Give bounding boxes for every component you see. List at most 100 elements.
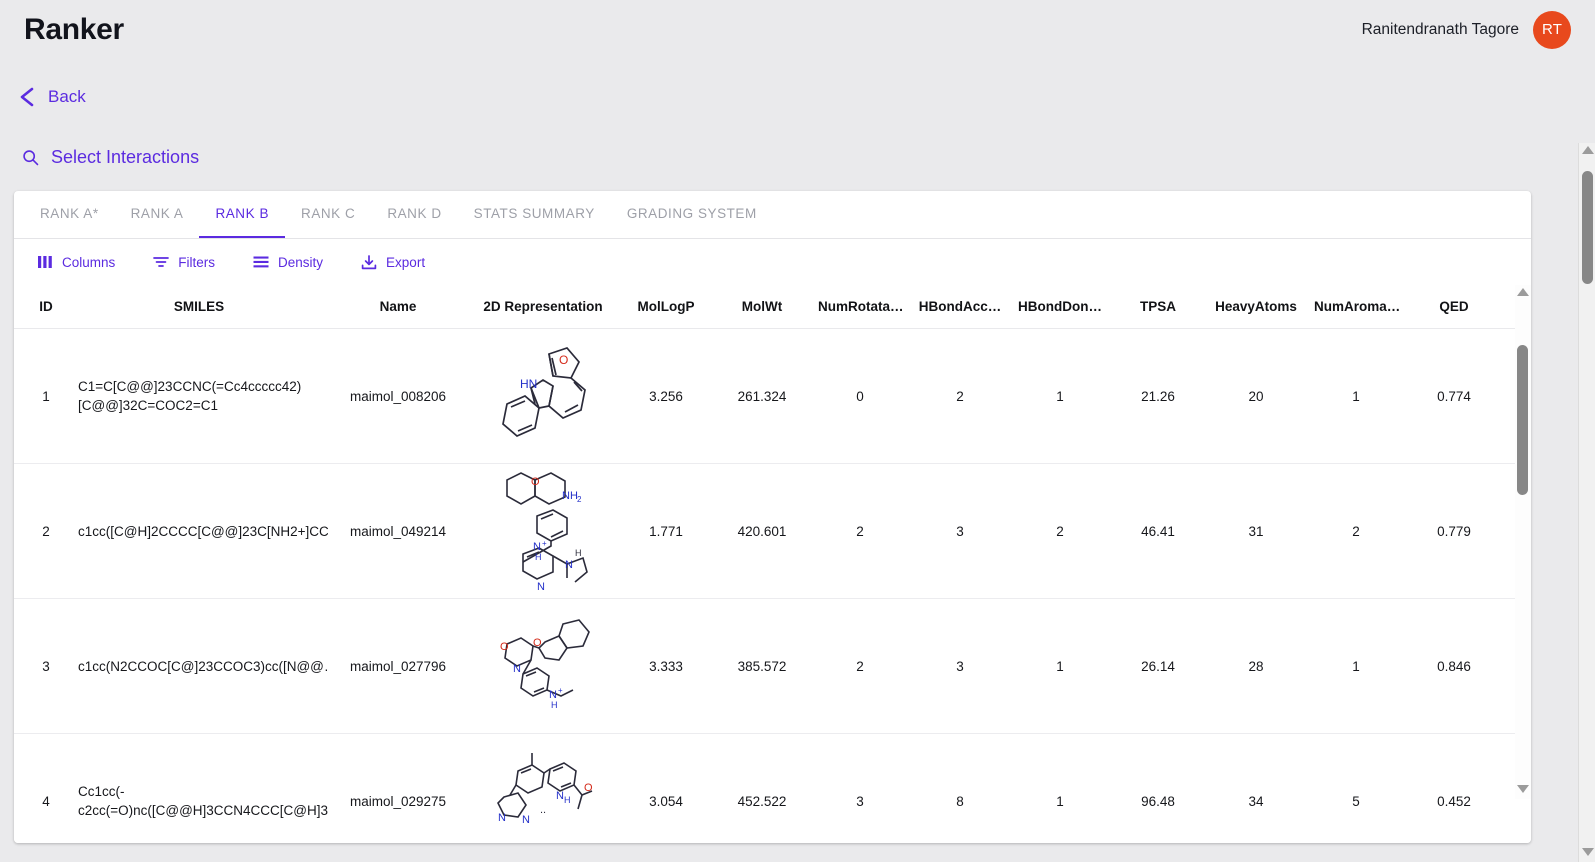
svg-text:..: .. xyxy=(540,804,546,816)
grid-toolbar: Columns Filters Density Export xyxy=(14,239,1531,285)
filters-button[interactable]: Filters xyxy=(151,251,217,274)
cell-name: maimol_027796 xyxy=(349,658,447,674)
svg-text:O: O xyxy=(584,782,593,794)
page-scrollbar-thumb[interactable] xyxy=(1582,171,1593,284)
cell-2d-representation[interactable]: O HN xyxy=(468,342,618,450)
cell-tpsa: 21.26 xyxy=(1141,388,1175,404)
table-row[interactable]: 1 C1=C[C@@]23CCNC(=Cc4ccccc42)[C@@]32C=C… xyxy=(14,329,1531,464)
cell-smiles: c1cc(N2CCOC[C@]23CCOC3)cc([N@@… xyxy=(78,658,328,674)
export-button[interactable]: Export xyxy=(359,251,427,274)
page-scroll-down-button[interactable] xyxy=(1579,845,1595,862)
scroll-down-arrow-icon xyxy=(1581,848,1594,856)
table-scrollbar[interactable] xyxy=(1515,285,1531,799)
scroll-up-arrow-icon[interactable] xyxy=(1517,288,1529,296)
cell-name: maimol_029275 xyxy=(349,793,447,809)
user-menu[interactable]: Ranitendranath Tagore RT xyxy=(1361,10,1571,49)
table-row[interactable]: 4 Cc1cc(-c2cc(=O)nc([C@@H]3CCN4CCC[C@H]3… xyxy=(14,734,1531,843)
molecule-structure-icon: O N H N N .. xyxy=(497,753,593,826)
chevron-left-icon xyxy=(18,86,36,108)
column-header-hbonddonors[interactable]: HBondDon… xyxy=(1010,299,1110,314)
column-header-tpsa[interactable]: TPSA xyxy=(1110,299,1206,314)
cell-hbondacceptors: 3 xyxy=(956,523,964,539)
cell-heavyatoms: 28 xyxy=(1248,658,1264,674)
select-interactions-button[interactable]: Select Interactions xyxy=(22,147,199,168)
column-header-id[interactable]: ID xyxy=(14,299,78,314)
column-header-2d[interactable]: 2D Representation xyxy=(468,299,618,314)
cell-hbonddonors: 1 xyxy=(1056,658,1064,674)
app-title: Ranker xyxy=(24,12,124,46)
cell-mollogp: 3.256 xyxy=(649,388,683,404)
column-header-numrotatable[interactable]: NumRotata… xyxy=(810,299,910,314)
svg-text:2: 2 xyxy=(577,495,582,504)
cell-smiles: C1=C[C@@]23CCNC(=Cc4ccccc42)[C@@]32C=COC… xyxy=(78,379,302,413)
column-header-qed[interactable]: QED xyxy=(1406,299,1502,314)
sub-header: Back Select Interactions xyxy=(0,59,1545,185)
user-name: Ranitendranath Tagore xyxy=(1361,20,1519,38)
columns-button[interactable]: Columns xyxy=(36,251,117,274)
cell-hbondacceptors: 2 xyxy=(956,388,964,404)
cell-molwt: 452.522 xyxy=(737,793,787,809)
cell-tpsa: 96.48 xyxy=(1141,793,1175,809)
cell-numaromatic: 5 xyxy=(1352,793,1360,809)
column-header-numaromatic[interactable]: NumAroma… xyxy=(1306,299,1406,314)
svg-text:N: N xyxy=(565,559,573,571)
data-grid: ID SMILES Name 2D Representation MolLogP… xyxy=(14,285,1531,843)
back-button[interactable]: Back xyxy=(18,86,86,108)
column-header-heavyatoms[interactable]: HeavyAtoms xyxy=(1206,299,1306,314)
svg-text:O: O xyxy=(500,641,509,653)
export-icon xyxy=(361,254,377,270)
svg-text:H: H xyxy=(575,548,582,558)
tab-rank-a-star[interactable]: RANK A* xyxy=(24,191,115,238)
avatar[interactable]: RT xyxy=(1533,10,1571,49)
tab-rank-c[interactable]: RANK C xyxy=(285,191,371,238)
cell-hbonddonors: 1 xyxy=(1056,793,1064,809)
svg-text:O: O xyxy=(533,637,542,649)
density-button[interactable]: Density xyxy=(251,251,325,274)
tab-rank-b[interactable]: RANK B xyxy=(199,191,286,238)
column-header-mollogp[interactable]: MolLogP xyxy=(618,299,714,314)
table-body: 1 C1=C[C@@]23CCNC(=Cc4ccccc42)[C@@]32C=C… xyxy=(14,329,1531,843)
svg-text:+: + xyxy=(542,539,547,548)
cell-qed: 0.846 xyxy=(1437,658,1471,674)
svg-text:N: N xyxy=(522,814,530,826)
cell-hbondacceptors: 3 xyxy=(956,658,964,674)
cell-qed: 0.452 xyxy=(1437,793,1471,809)
cell-id: 4 xyxy=(42,793,50,809)
page-scroll-up-button[interactable] xyxy=(1579,143,1595,160)
column-header-hbondacceptors[interactable]: HBondAcc… xyxy=(910,299,1010,314)
scroll-down-arrow-icon[interactable] xyxy=(1517,785,1529,793)
svg-text:H: H xyxy=(535,552,542,562)
results-card: RANK A* RANK A RANK B RANK C RANK D STAT… xyxy=(14,191,1531,843)
app-root: Ranker Ranitendranath Tagore RT Back Sel… xyxy=(0,0,1595,862)
table-row[interactable]: 3 c1cc(N2CCOC[C@]23CCOC3)cc([N@@… maimol… xyxy=(14,599,1531,734)
export-label: Export xyxy=(386,254,426,270)
svg-text:H: H xyxy=(551,700,558,710)
tab-rank-a[interactable]: RANK A xyxy=(115,191,200,238)
svg-text:N: N xyxy=(513,663,521,675)
cell-2d-representation[interactable]: O NH 2 N + H N N H xyxy=(468,468,618,594)
rank-tabs: RANK A* RANK A RANK B RANK C RANK D STAT… xyxy=(14,191,1531,239)
cell-heavyatoms: 31 xyxy=(1248,523,1264,539)
cell-id: 2 xyxy=(42,523,50,539)
table-header-row: ID SMILES Name 2D Representation MolLogP… xyxy=(14,285,1531,329)
search-icon xyxy=(22,149,39,166)
cell-molwt: 261.324 xyxy=(737,388,787,404)
cell-id: 1 xyxy=(42,388,50,404)
cell-molwt: 420.601 xyxy=(737,523,787,539)
cell-hbondacceptors: 8 xyxy=(956,793,964,809)
page-scrollbar[interactable] xyxy=(1578,143,1595,862)
cell-2d-representation[interactable]: O O N N + H xyxy=(468,618,618,714)
tab-stats-summary[interactable]: STATS SUMMARY xyxy=(458,191,611,238)
column-header-molwt[interactable]: MolWt xyxy=(714,299,810,314)
table-row[interactable]: 2 c1cc([C@H]2CCCC[C@@]23C[NH2+]CC… maimo… xyxy=(14,464,1531,599)
column-header-name[interactable]: Name xyxy=(328,299,468,314)
tab-grading-system[interactable]: GRADING SYSTEM xyxy=(611,191,773,238)
cell-mollogp: 1.771 xyxy=(649,523,683,539)
tab-rank-d[interactable]: RANK D xyxy=(371,191,457,238)
column-header-smiles[interactable]: SMILES xyxy=(78,297,328,316)
table-scrollbar-thumb[interactable] xyxy=(1517,345,1528,495)
cell-2d-representation[interactable]: O N H N N .. xyxy=(468,751,618,843)
molecule-structure-icon: O O N N + H xyxy=(500,619,590,710)
cell-name: maimol_008206 xyxy=(349,388,447,404)
cell-hbonddonors: 1 xyxy=(1056,388,1064,404)
